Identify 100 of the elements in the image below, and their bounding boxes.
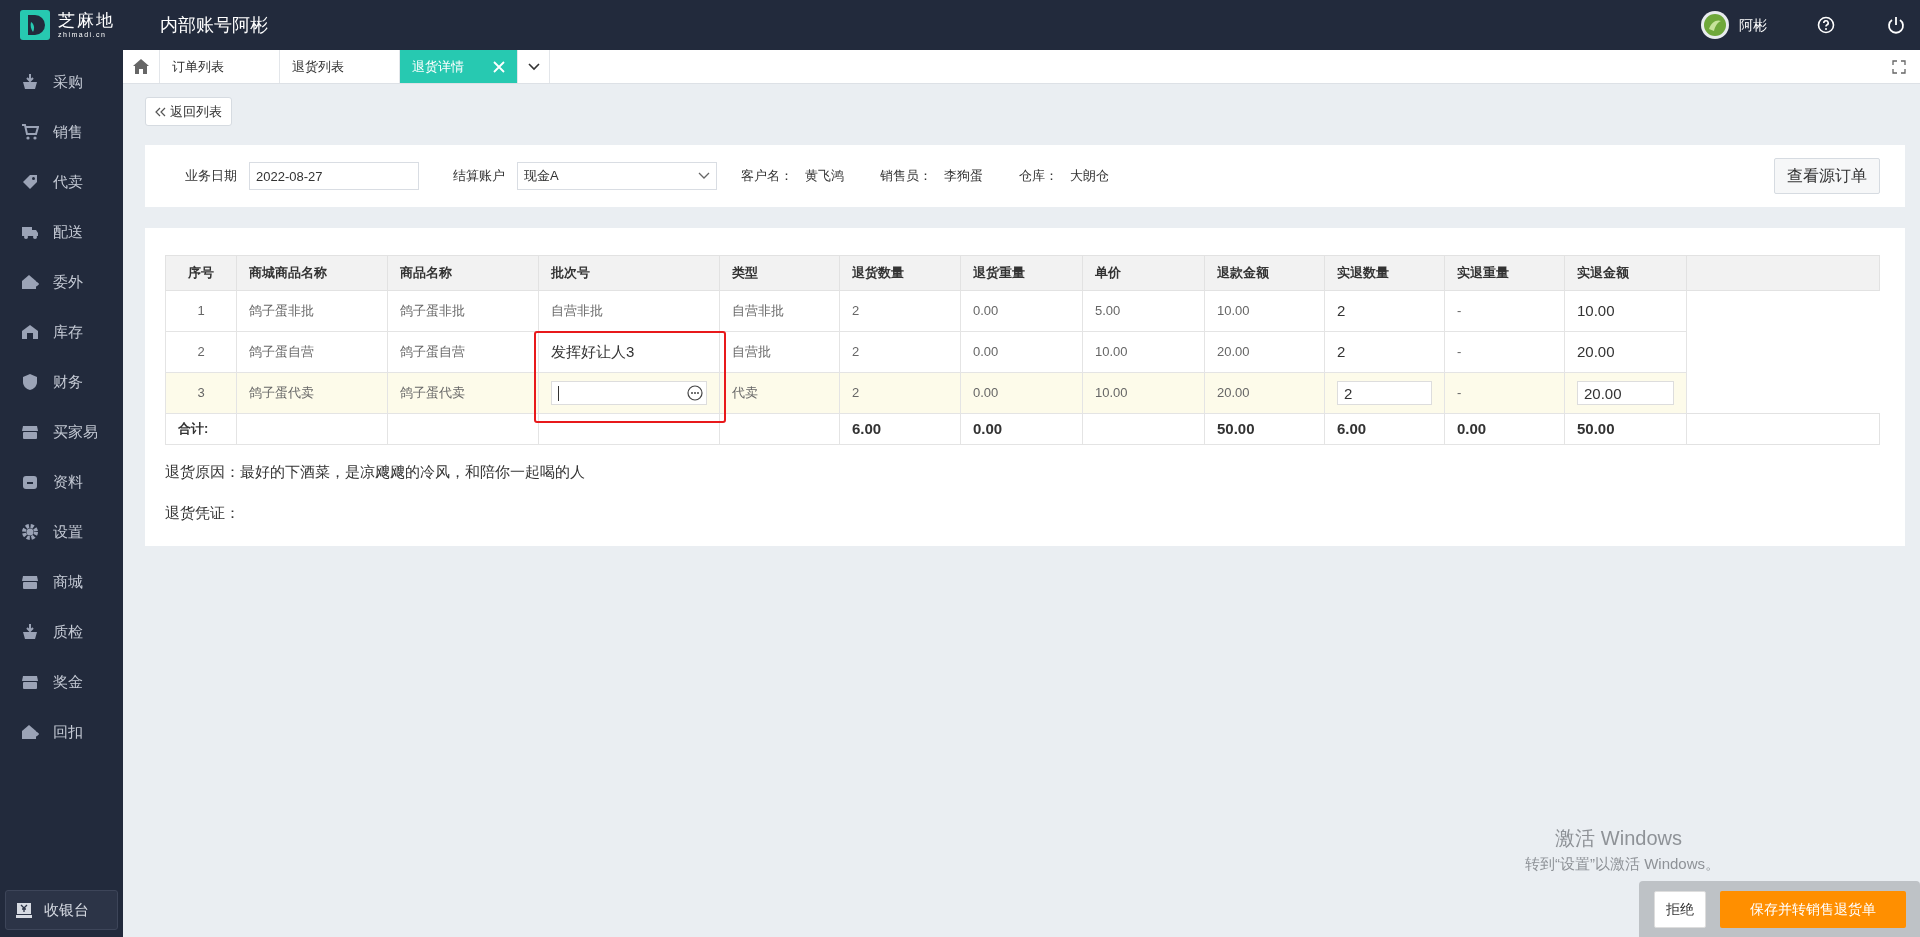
column-header: 实退重量 bbox=[1444, 255, 1565, 291]
table-cell: 20.00 bbox=[1204, 331, 1325, 373]
sidebar-item[interactable]: 商城 bbox=[0, 557, 123, 607]
table-cell: 0.00 bbox=[960, 372, 1083, 414]
field-label: 客户名： bbox=[741, 167, 793, 186]
store-icon bbox=[21, 573, 39, 591]
table-cell: 20.00 bbox=[1204, 372, 1325, 414]
sidebar-item[interactable]: 买家易 bbox=[0, 407, 123, 457]
column-header: 序号 bbox=[165, 255, 237, 291]
field-label: 销售员： bbox=[880, 167, 932, 186]
sidebar-item[interactable]: 奖金 bbox=[0, 657, 123, 707]
building-icon bbox=[21, 723, 39, 741]
fullscreen-icon[interactable] bbox=[1892, 59, 1906, 74]
logo-text: 芝麻地 bbox=[58, 12, 115, 29]
table-cell: 鸽子蛋非批 bbox=[236, 290, 388, 332]
column-header: 商城商品名称 bbox=[236, 255, 388, 291]
column-header: 退款金额 bbox=[1204, 255, 1325, 291]
table-cell: - bbox=[1444, 331, 1565, 373]
user-name[interactable]: 阿彬 bbox=[1739, 14, 1767, 36]
sidebar-item[interactable]: 设置 bbox=[0, 507, 123, 557]
sidebar-item[interactable]: 代卖 bbox=[0, 157, 123, 207]
home-icon bbox=[133, 59, 149, 74]
sidebar-item[interactable]: 回扣 bbox=[0, 707, 123, 757]
table-cell: 2 bbox=[839, 372, 961, 414]
table-cell: 发挥好让人3 bbox=[538, 331, 720, 373]
chevron-down-icon bbox=[527, 62, 540, 71]
field-value: 大朗仓 bbox=[1070, 167, 1109, 186]
sidebar-item[interactable]: 库存 bbox=[0, 307, 123, 357]
table-cell: - bbox=[1444, 372, 1565, 414]
field-label: 结算账户 bbox=[453, 167, 505, 186]
total-label: 合计: bbox=[165, 413, 237, 445]
activation-title: 激活 Windows bbox=[1555, 827, 1682, 849]
tag-icon bbox=[21, 173, 39, 191]
table-cell: 10.00 bbox=[1082, 331, 1205, 373]
column-header: 退货数量 bbox=[839, 255, 961, 291]
house-icon bbox=[21, 323, 39, 341]
total-cell: 6.00 bbox=[1324, 413, 1445, 445]
sidebar-item[interactable]: 销售 bbox=[0, 107, 123, 157]
column-header: 批次号 bbox=[538, 255, 720, 291]
field-label: 业务日期 bbox=[185, 167, 237, 186]
sidebar-item[interactable]: 委外 bbox=[0, 257, 123, 307]
table-cell: 代卖 bbox=[719, 372, 840, 414]
basket-icon bbox=[21, 623, 39, 641]
total-cell: 50.00 bbox=[1564, 413, 1687, 445]
field-value: 李狗蛋 bbox=[944, 167, 983, 186]
view-source-order-button[interactable]: 查看源订单 bbox=[1774, 158, 1880, 194]
table-cell: 3 bbox=[165, 372, 237, 414]
table-cell: 5.00 bbox=[1082, 290, 1205, 332]
account-select[interactable]: 现金A bbox=[517, 162, 717, 190]
table-cell: 10.00 bbox=[1564, 290, 1687, 332]
sidebar-item[interactable]: 配送 bbox=[0, 207, 123, 257]
date-field[interactable]: 2022-08-27 bbox=[249, 162, 419, 190]
double-chevron-left-icon bbox=[155, 106, 166, 117]
building-icon bbox=[21, 273, 39, 291]
shield-icon bbox=[21, 373, 39, 391]
store-icon bbox=[21, 673, 39, 691]
sidebar-item[interactable]: 资料 bbox=[0, 457, 123, 507]
help-icon[interactable] bbox=[1817, 16, 1835, 34]
batch-field[interactable] bbox=[551, 381, 707, 405]
return-reason: 退货原因：最好的下酒菜，是凉飕飕的冷风，和陪你一起喝的人 bbox=[165, 462, 586, 482]
column-header: 退货重量 bbox=[960, 255, 1083, 291]
amount-field[interactable]: 20.00 bbox=[1577, 381, 1674, 405]
sidebar-item[interactable]: 质检 bbox=[0, 607, 123, 657]
avatar[interactable] bbox=[1701, 11, 1729, 39]
table-cell: 2 bbox=[1324, 331, 1445, 373]
table-cell: 0.00 bbox=[960, 331, 1083, 373]
table-cell: 2 bbox=[1324, 290, 1445, 332]
reject-button[interactable]: 拒绝 bbox=[1654, 890, 1706, 928]
quantity-field[interactable]: 2 bbox=[1337, 381, 1432, 405]
cart-icon bbox=[21, 123, 39, 141]
more-icon[interactable] bbox=[687, 385, 703, 401]
table-cell: 鸽子蛋自营 bbox=[387, 331, 539, 373]
voucher-label: 退货凭证： bbox=[165, 502, 241, 523]
total-cell: 0.00 bbox=[960, 413, 1083, 445]
account-title: 内部账号阿彬 bbox=[160, 13, 268, 37]
table-cell: 鸽子蛋代卖 bbox=[236, 372, 388, 414]
field-value: 黄飞鸿 bbox=[805, 167, 844, 186]
table-cell: 鸽子蛋自营 bbox=[236, 331, 388, 373]
total-cell: 6.00 bbox=[839, 413, 961, 445]
chevron-down-icon bbox=[698, 172, 710, 180]
store-icon bbox=[21, 423, 39, 441]
table-cell: 鸽子蛋非批 bbox=[387, 290, 539, 332]
basket-icon bbox=[21, 73, 39, 91]
activation-text: 转到“设置”以激活 Windows。 bbox=[1525, 853, 1720, 874]
sidebar-item[interactable]: 财务 bbox=[0, 357, 123, 407]
column-header: 单价 bbox=[1082, 255, 1205, 291]
back-button[interactable]: 返回列表 bbox=[145, 97, 232, 126]
column-header: 类型 bbox=[719, 255, 840, 291]
power-icon[interactable] bbox=[1887, 16, 1905, 34]
field-label: 仓库： bbox=[1019, 167, 1058, 186]
sidebar-item[interactable]: 采购 bbox=[0, 57, 123, 107]
tray-icon bbox=[21, 473, 39, 491]
cashier-button[interactable]: 收银台 bbox=[5, 890, 118, 930]
total-cell: 0.00 bbox=[1444, 413, 1565, 445]
logo-icon bbox=[20, 10, 50, 40]
table-cell: 自营批 bbox=[719, 331, 840, 373]
table-cell: 2 bbox=[839, 290, 961, 332]
table-cell: - bbox=[1444, 290, 1565, 332]
total-cell: 50.00 bbox=[1204, 413, 1325, 445]
table-cell: 0.00 bbox=[960, 290, 1083, 332]
